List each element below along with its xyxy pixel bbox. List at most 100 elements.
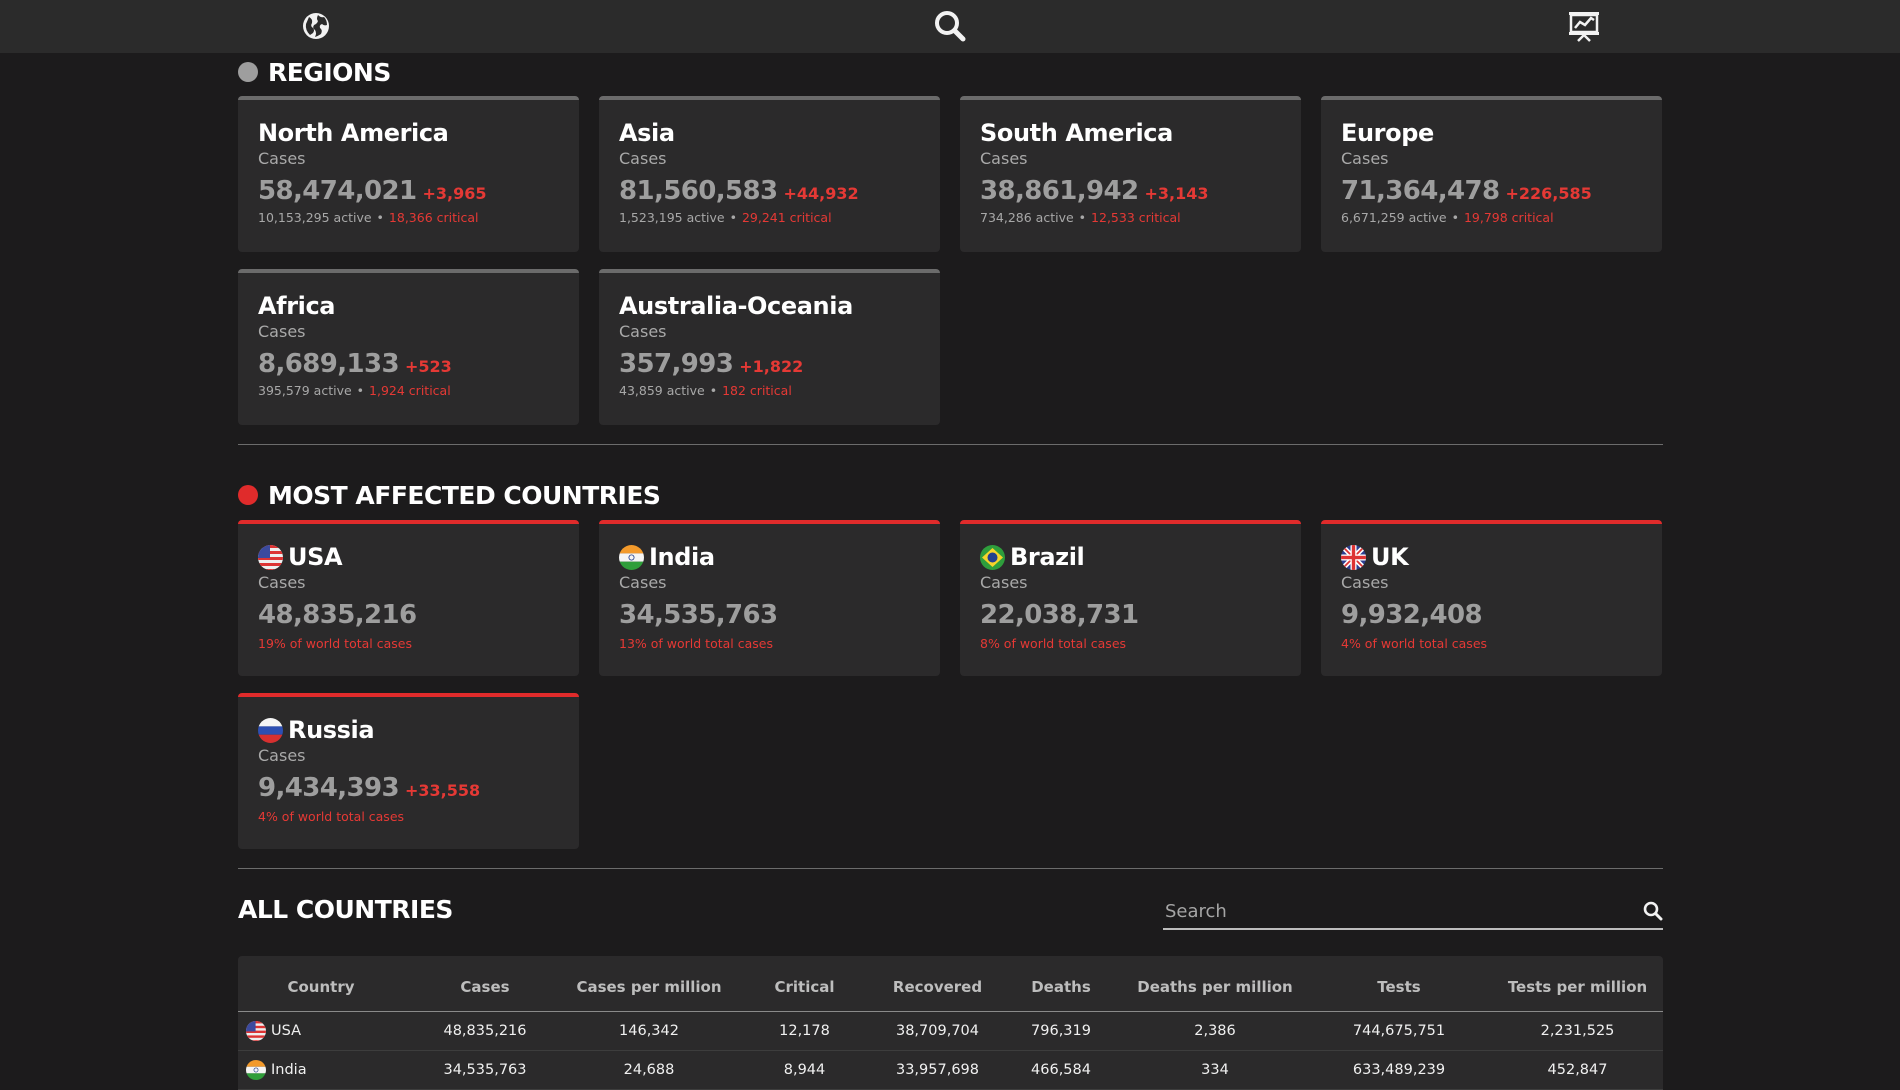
regions-header: REGIONS <box>238 56 1663 88</box>
most-affected-dot-icon <box>238 485 258 505</box>
critical-count: 12,533 critical <box>1091 210 1181 225</box>
cases-label: Cases <box>619 322 667 341</box>
world-share: 4% of world total cases <box>1341 636 1488 651</box>
cases-label: Cases <box>619 573 667 592</box>
cell-cases-per-million: 24,688 <box>566 1050 732 1090</box>
region-card-australia-oceania[interactable]: Australia-Oceania Cases 357,993 +1,822 43… <box>599 269 940 425</box>
globe-icon[interactable] <box>298 8 334 44</box>
table-header-row: Country Cases Cases per million Critical… <box>238 956 1663 1012</box>
country-name: Russia <box>288 716 375 744</box>
section-divider <box>238 868 1663 869</box>
search-box <box>1163 894 1663 930</box>
region-card-africa[interactable]: Africa Cases 8,689,133 +523 395,579 activ… <box>238 269 579 425</box>
cases-value: 8,689,133 <box>258 349 400 379</box>
world-share: 8% of world total cases <box>980 636 1127 651</box>
column-header-deaths[interactable]: Deaths <box>998 956 1124 1012</box>
cell-deaths-per-million: 2,386 <box>1124 1011 1306 1051</box>
countries-table: Country Cases Cases per million Critical… <box>238 956 1663 1090</box>
critical-count: 1,924 critical <box>369 383 451 398</box>
cases-delta: +226,585 <box>1505 184 1592 203</box>
country-name: USA <box>288 543 343 571</box>
region-name: South America <box>980 119 1173 147</box>
search-icon[interactable] <box>932 8 968 44</box>
cell-tests-per-million: 452,847 <box>1492 1050 1663 1090</box>
cases-label: Cases <box>258 746 306 765</box>
country-name[interactable]: India <box>271 1062 307 1078</box>
main-content: REGIONS North America Cases 58,474,021 +3… <box>238 53 1663 1090</box>
cases-label: Cases <box>1341 573 1389 592</box>
cases-value: 9,932,408 <box>1341 600 1483 630</box>
cases-delta: +44,932 <box>783 184 859 203</box>
cell-deaths: 796,319 <box>998 1011 1124 1051</box>
region-name: Australia-Oceania <box>619 292 853 320</box>
cases-value: 58,474,021 <box>258 176 417 206</box>
cases-value: 9,434,393 <box>258 773 400 803</box>
cases-value: 71,364,478 <box>1341 176 1500 206</box>
table-row[interactable]: USA 48,835,216 146,342 12,178 38,709,704… <box>238 1011 1663 1051</box>
region-name: North America <box>258 119 449 147</box>
country-name[interactable]: USA <box>271 1023 301 1039</box>
country-card-brazil[interactable]: Brazil Cases 22,038,731 8% of world tota… <box>960 520 1301 676</box>
cases-label: Cases <box>258 573 306 592</box>
bullet-separator: • <box>376 210 384 225</box>
country-name: UK <box>1371 543 1409 571</box>
cell-recovered: 33,957,698 <box>877 1050 998 1090</box>
uk-flag-icon <box>1341 544 1366 570</box>
column-header-recovered[interactable]: Recovered <box>877 956 998 1012</box>
active-count: 1,523,195 active <box>619 210 725 225</box>
most-affected-header: MOST AFFECTED COUNTRIES <box>238 479 1663 511</box>
column-header-tests-per-million[interactable]: Tests per million <box>1492 956 1663 1012</box>
presentation-chart-icon[interactable] <box>1566 8 1602 44</box>
cell-cases-per-million: 146,342 <box>566 1011 732 1051</box>
column-header-tests[interactable]: Tests <box>1306 956 1492 1012</box>
country-name: Brazil <box>1010 543 1085 571</box>
country-card-uk[interactable]: UK Cases 9,932,408 4% of world total cas… <box>1321 520 1662 676</box>
country-card-russia[interactable]: Russia Cases 9,434,393 +33,558 4% of worl… <box>238 693 579 849</box>
column-header-critical[interactable]: Critical <box>732 956 877 1012</box>
cases-label: Cases <box>980 149 1028 168</box>
world-share: 4% of world total cases <box>258 809 405 824</box>
column-header-country[interactable]: Country <box>238 956 404 1012</box>
table-row[interactable]: India 34,535,763 24,688 8,944 33,957,698… <box>238 1050 1663 1090</box>
column-header-cases[interactable]: Cases <box>404 956 566 1012</box>
country-card-india[interactable]: India Cases 34,535,763 13% of world tota… <box>599 520 940 676</box>
search-input[interactable] <box>1163 900 1643 922</box>
cell-recovered: 38,709,704 <box>877 1011 998 1051</box>
search-icon[interactable] <box>1643 901 1663 921</box>
bullet-separator: • <box>1451 210 1459 225</box>
active-count: 395,579 active <box>258 383 352 398</box>
cases-delta: +523 <box>405 357 452 376</box>
cell-cases: 48,835,216 <box>404 1011 566 1051</box>
section-divider <box>238 444 1663 445</box>
cases-value: 48,835,216 <box>258 600 417 630</box>
region-card-north-america[interactable]: North America Cases 58,474,021 +3,965 10,… <box>238 96 579 252</box>
cases-value: 38,861,942 <box>980 176 1139 206</box>
column-header-deaths-per-million[interactable]: Deaths per million <box>1124 956 1306 1012</box>
all-countries-title: ALL COUNTRIES <box>238 894 453 924</box>
world-share: 19% of world total cases <box>258 636 412 651</box>
countries-grid: USA Cases 48,835,216 19% of world total … <box>238 520 1663 849</box>
cases-value: 22,038,731 <box>980 600 1139 630</box>
region-card-europe[interactable]: Europe Cases 71,364,478 +226,585 6,671,25… <box>1321 96 1662 252</box>
region-name: Europe <box>1341 119 1434 147</box>
country-card-usa[interactable]: USA Cases 48,835,216 19% of world total … <box>238 520 579 676</box>
cases-value: 357,993 <box>619 349 734 379</box>
us-flag-icon <box>258 544 283 570</box>
critical-count: 29,241 critical <box>741 210 832 225</box>
cell-tests-per-million: 2,231,525 <box>1492 1011 1663 1051</box>
bullet-separator: • <box>729 210 737 225</box>
cell-deaths-per-million: 334 <box>1124 1050 1306 1090</box>
cell-tests: 744,675,751 <box>1306 1011 1492 1051</box>
all-countries-header: ALL COUNTRIES <box>238 889 1663 930</box>
cases-label: Cases <box>258 322 306 341</box>
critical-count: 18,366 critical <box>388 210 479 225</box>
cases-value: 34,535,763 <box>619 600 778 630</box>
cell-cases: 34,535,763 <box>404 1050 566 1090</box>
region-card-asia[interactable]: Asia Cases 81,560,583 +44,932 1,523,195 a… <box>599 96 940 252</box>
cases-label: Cases <box>980 573 1028 592</box>
region-card-south-america[interactable]: South America Cases 38,861,942 +3,143 734… <box>960 96 1301 252</box>
top-nav-bar <box>0 0 1900 53</box>
cell-deaths: 466,584 <box>998 1050 1124 1090</box>
india-flag-icon <box>619 544 644 570</box>
column-header-cases-per-million[interactable]: Cases per million <box>566 956 732 1012</box>
